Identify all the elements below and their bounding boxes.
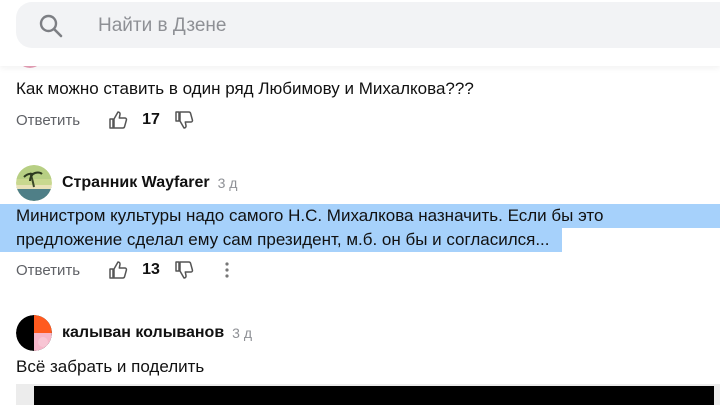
thumbs-up-icon[interactable]: [108, 260, 128, 280]
comment-actions: Ответить 13: [16, 258, 230, 282]
comment-time: 3 д: [232, 325, 253, 341]
comment-author-row: Странник Wayfarer 3 д: [16, 163, 237, 203]
thumbs-down-icon[interactable]: [174, 110, 194, 130]
top-bar: Найти в Дзене: [0, 0, 720, 66]
author-name[interactable]: калыван колыванов: [62, 324, 224, 342]
media-image[interactable]: [34, 386, 714, 405]
author-name[interactable]: Странник Wayfarer: [62, 174, 210, 192]
search-bar[interactable]: Найти в Дзене: [16, 2, 720, 48]
comment-text-line-2: предложение сделал ему сам президент, м.…: [16, 230, 550, 249]
search-placeholder[interactable]: Найти в Дзене: [98, 15, 227, 37]
more-options-icon[interactable]: [224, 260, 230, 280]
avatar[interactable]: [16, 165, 52, 201]
comment-text-line-1: Министром культуры надо самого Н.С. Миха…: [16, 206, 604, 225]
like-count: 13: [142, 261, 160, 278]
comment-text: Всё забрать и поделить: [16, 357, 205, 376]
avatar[interactable]: [16, 315, 52, 351]
comment-actions: Ответить 17: [16, 108, 194, 132]
comment-time: 3 д: [217, 175, 238, 191]
thumbs-up-icon[interactable]: [108, 110, 128, 130]
reply-button[interactable]: Ответить: [16, 112, 80, 129]
reply-button[interactable]: Ответить: [16, 262, 80, 279]
search-icon: [39, 14, 63, 38]
comment-author-row: калыван колыванов 3 д: [16, 313, 252, 353]
like-count: 17: [142, 111, 160, 128]
thumbs-down-icon[interactable]: [174, 260, 194, 280]
comment-text: Как можно ставить в один ряд Любимову и …: [16, 79, 474, 98]
